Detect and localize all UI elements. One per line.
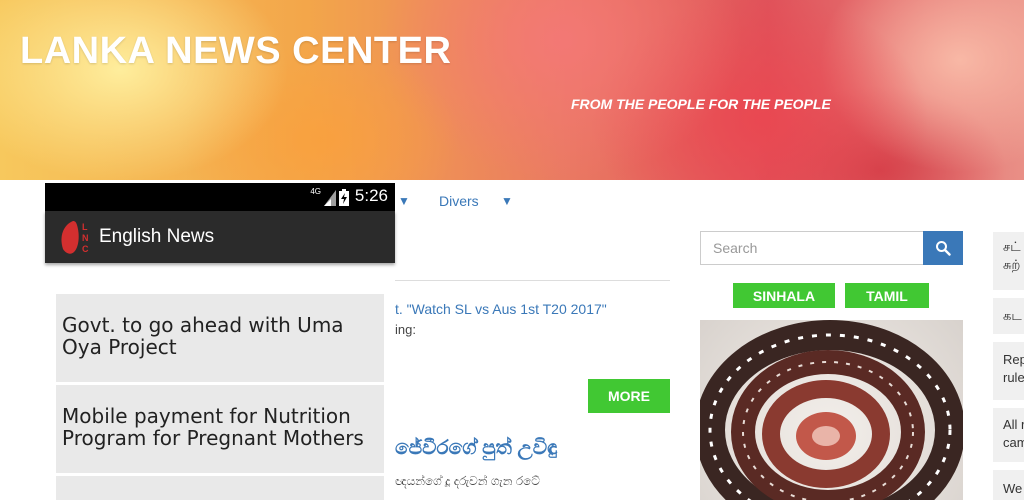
- status-icons: 4G: [310, 188, 349, 206]
- battery-charging-icon: [339, 189, 349, 206]
- svg-text:L: L: [82, 222, 88, 232]
- header-banner: LANKA NEWS CENTER FROM THE PEOPLE FOR TH…: [0, 0, 1024, 180]
- search-button[interactable]: [923, 231, 963, 265]
- more-button[interactable]: MORE: [588, 379, 670, 413]
- news-card[interactable]: Govt. to go ahead with Uma Oya Project: [56, 294, 384, 382]
- sinhala-button[interactable]: SINHALA: [733, 283, 835, 308]
- app-bar: L N C English News: [45, 211, 395, 263]
- nav-item-divers[interactable]: Divers: [439, 193, 479, 209]
- svg-text:C: C: [82, 244, 89, 254]
- signal-icon: [324, 190, 336, 206]
- article-snippet: ing:: [395, 322, 416, 337]
- lnc-logo-icon[interactable]: L N C: [55, 217, 95, 257]
- network-type-label: 4G: [310, 187, 321, 196]
- app-title: English News: [99, 226, 215, 247]
- news-card[interactable]: [56, 476, 384, 500]
- status-time: 5:26: [354, 186, 388, 205]
- site-title[interactable]: LANKA NEWS CENTER: [20, 30, 451, 73]
- list-item[interactable]: Rep rule: [993, 342, 1024, 400]
- news-card[interactable]: Mobile payment for Nutrition Program for…: [56, 385, 384, 473]
- list-item[interactable]: கட: [993, 298, 1024, 334]
- sinhala-article-title[interactable]: ජේවීරගේ පුත් උවිඳු: [395, 437, 557, 460]
- site-tagline: FROM THE PEOPLE FOR THE PEOPLE: [571, 96, 831, 112]
- svg-text:N: N: [82, 233, 89, 243]
- article-link[interactable]: t. "Watch SL vs Aus 1st T20 2017": [395, 301, 607, 317]
- page: LANKA NEWS CENTER FROM THE PEOPLE FOR TH…: [0, 0, 1024, 500]
- chevron-down-icon[interactable]: ▼: [501, 194, 513, 208]
- tamil-button[interactable]: TAMIL: [845, 283, 929, 308]
- chevron-down-icon[interactable]: ▼: [398, 194, 410, 208]
- list-item[interactable]: All r cam: [993, 408, 1024, 462]
- phone-status-bar: 4G 5:26: [45, 183, 395, 211]
- sinhala-article-snippet: ඥයන්ගේ දූ දරුවන් ගැන රටේ: [395, 474, 540, 488]
- divider: [395, 280, 670, 281]
- list-item[interactable]: சட் சுற்: [993, 232, 1024, 290]
- news-title: Govt. to go ahead with Uma Oya Project: [62, 313, 344, 359]
- news-title: Mobile payment for Nutrition Program for…: [62, 404, 364, 450]
- search-input[interactable]: [700, 231, 923, 265]
- search-icon: [936, 241, 951, 256]
- film-reel-image[interactable]: [700, 320, 963, 500]
- list-item[interactable]: We: [993, 470, 1024, 500]
